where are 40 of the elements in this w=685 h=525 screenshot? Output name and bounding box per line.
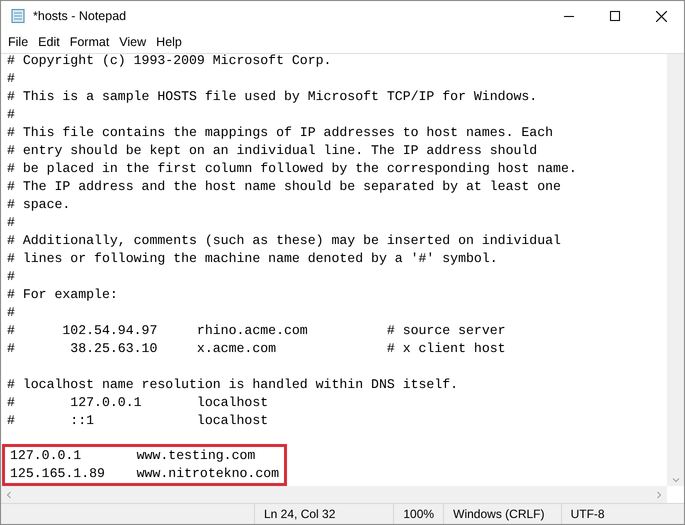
- scroll-right-icon[interactable]: [655, 490, 663, 498]
- menu-item[interactable]: View: [114, 31, 152, 53]
- notepad-icon: [10, 8, 26, 24]
- text-line: # For example:: [7, 286, 118, 304]
- text-line: # localhost name resolution is handled within DNS itself.: [7, 376, 458, 394]
- scroll-down-icon[interactable]: [672, 476, 680, 484]
- text-line: # space.: [7, 196, 70, 214]
- text-line: # lines or following the machine name denoted by a '#' symbol.: [7, 250, 498, 268]
- text-line: #: [7, 214, 15, 232]
- text-line: # Additionally, comments (such as these) may be inserted on individual: [7, 232, 561, 250]
- text-line: #: [7, 106, 15, 124]
- text-line: #: [7, 268, 15, 286]
- text-line: #: [7, 70, 15, 88]
- text-line: # Copyright (c) 1993-2009 Microsoft Corp.: [7, 52, 332, 70]
- horizontal-scrollbar[interactable]: [1, 486, 667, 503]
- status-text: 100%: [403, 506, 434, 523]
- menu-item[interactable]: File: [3, 31, 34, 53]
- text-line: # 102.54.94.97 rhino.acme.com # source server: [7, 322, 506, 340]
- menu-item[interactable]: Edit: [33, 31, 65, 53]
- text-line: # 127.0.0.1 localhost: [7, 394, 268, 412]
- status-text: Windows (CRLF): [453, 506, 544, 523]
- status-text: UTF-8: [570, 506, 605, 523]
- text-line: # ::1 localhost: [7, 412, 268, 430]
- vertical-scrollbar[interactable]: [667, 54, 684, 486]
- text-line: # entry should be kept on an individual line. The IP address should: [7, 142, 538, 160]
- text-line: # This is a sample HOSTS file used by Microsoft TCP/IP for Windows.: [7, 88, 538, 106]
- scroll-left-icon[interactable]: [5, 490, 13, 498]
- text-line: 127.0.0.1 www.testing.com: [10, 447, 256, 465]
- close-icon: [656, 10, 666, 22]
- text-line: # This file contains the mappings of IP addresses to host names. Each: [7, 124, 554, 142]
- text-line: # The IP address and the host name should be separated by at least one: [7, 178, 561, 196]
- text-line: #: [7, 304, 15, 322]
- text-line: # be placed in the first column followed by the corresponding host name.: [7, 160, 577, 178]
- text-line: 125.165.1.89 www.nitrotekno.com: [10, 465, 280, 483]
- status-text: Ln 24, Col 32: [264, 506, 336, 523]
- window-title: *hosts - Notepad: [33, 8, 126, 25]
- menu-item[interactable]: Format: [64, 31, 114, 53]
- text-line: # 38.25.63.10 x.acme.com # x client host: [7, 340, 506, 358]
- maximize-icon: [610, 11, 620, 21]
- menu-item[interactable]: Help: [151, 31, 187, 53]
